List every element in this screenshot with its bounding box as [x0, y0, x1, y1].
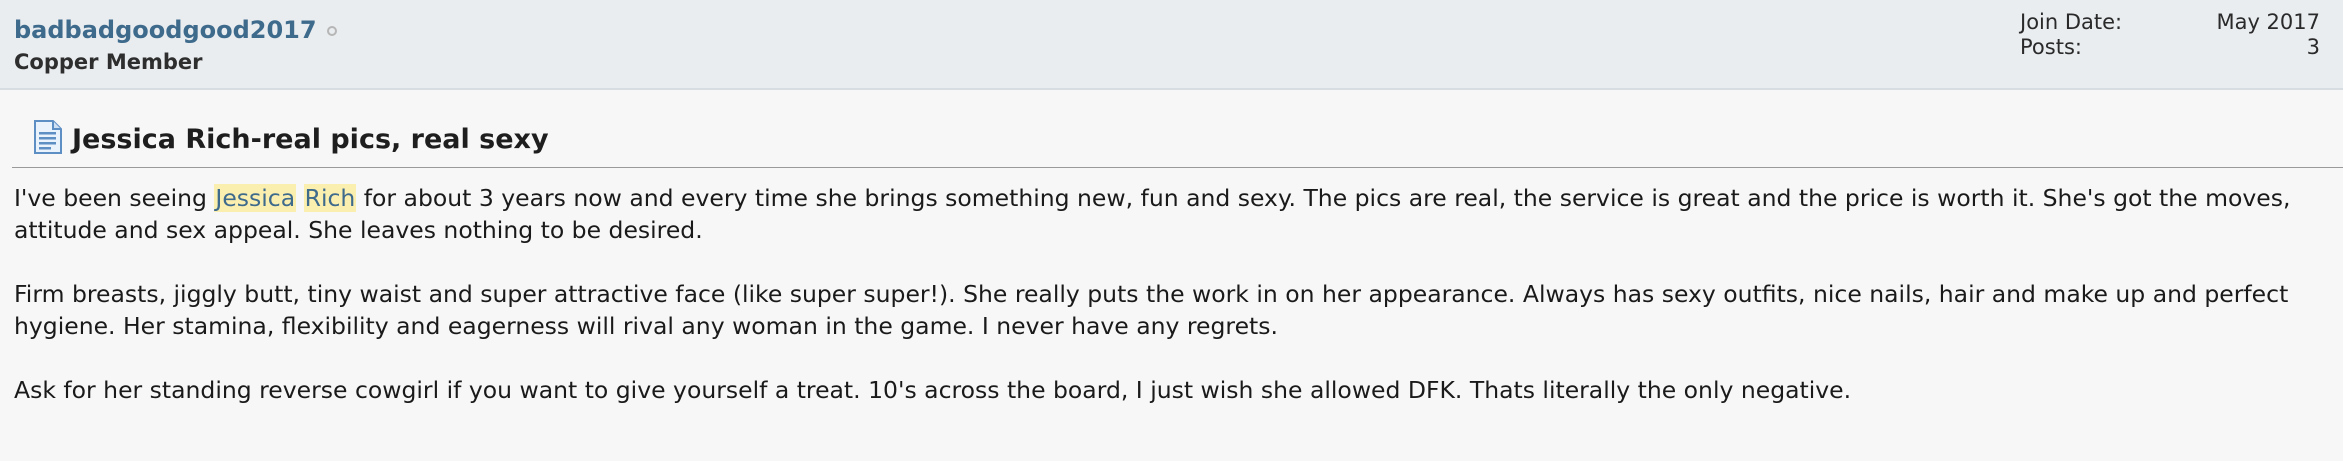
post-content: I've been seeing Jessica Rich for about …	[14, 182, 2314, 438]
join-date-label: Join Date:	[2020, 10, 2123, 34]
user-rank-title: Copper Member	[14, 50, 203, 74]
user-stats: Join Date: May 2017 Posts: 3	[2020, 10, 2320, 60]
post-title: Jessica Rich-real pics, real sexy	[72, 124, 549, 155]
post-body: Jessica Rich-real pics, real sexy I've b…	[0, 90, 2343, 461]
search-highlight-rich: Rich	[303, 184, 357, 212]
post-paragraph-2: Firm breasts, jiggly butt, tiny waist an…	[14, 280, 2289, 340]
title-divider	[12, 167, 2343, 168]
post-title-row: Jessica Rich-real pics, real sexy	[34, 118, 549, 155]
stat-row-posts: Posts: 3	[2020, 35, 2320, 60]
post-paragraph-1: I've been seeing Jessica Rich for about …	[14, 182, 2314, 246]
document-icon	[34, 119, 62, 154]
stat-row-join-date: Join Date: May 2017	[2020, 10, 2320, 35]
posts-value: 3	[2306, 35, 2320, 59]
post-paragraph-3: Ask for her standing reverse cowgirl if …	[14, 376, 1852, 404]
p1-text-between	[296, 184, 303, 212]
user-info-header: badbadgoodgood2017 Copper Member Join Da…	[0, 0, 2343, 90]
p1-text-before: I've been seeing	[14, 184, 215, 212]
search-highlight-jessica: Jessica	[214, 184, 297, 212]
username-link[interactable]: badbadgoodgood2017	[14, 16, 317, 44]
p1-text-after: for about 3 years now and every time she…	[14, 184, 2291, 244]
username-row: badbadgoodgood2017	[14, 16, 337, 44]
offline-status-icon	[326, 26, 337, 36]
join-date-value: May 2017	[2216, 10, 2320, 34]
posts-label: Posts:	[2020, 35, 2082, 59]
